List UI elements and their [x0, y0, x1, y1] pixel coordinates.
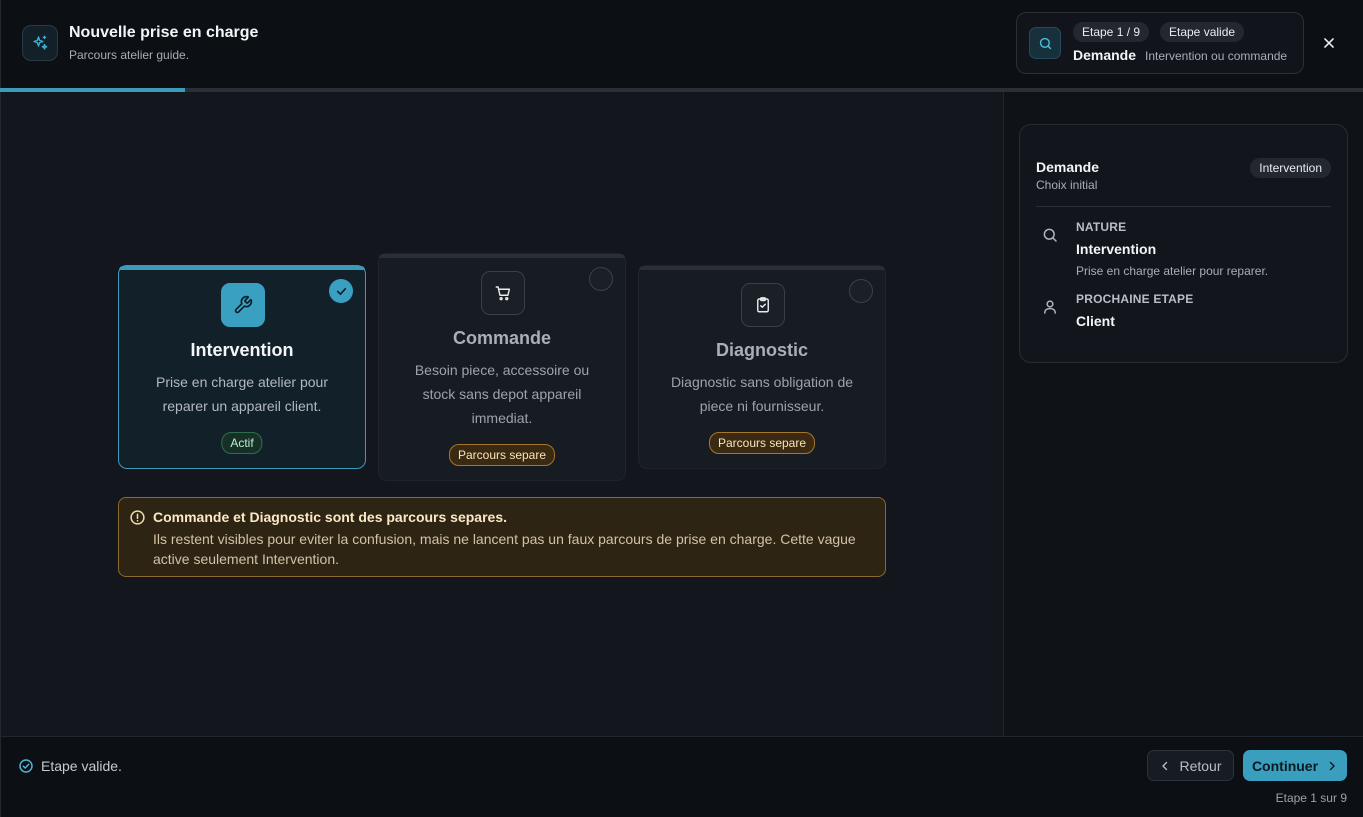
step-valid-badge: Etape valide	[1160, 22, 1245, 42]
card-description: Besoin piece, accessoire ou stock sans d…	[414, 362, 590, 426]
warning-circle-icon	[130, 510, 145, 525]
back-button[interactable]: Retour	[1147, 750, 1234, 781]
header: Nouvelle prise en charge Parcours atelie…	[0, 0, 1363, 88]
footer: Etape valide. Retour Continuer Etape 1 s…	[0, 736, 1363, 817]
next-step-value: Client	[1076, 313, 1115, 329]
chevron-left-icon	[1162, 761, 1168, 770]
cart-icon	[481, 271, 525, 315]
card-title: Commande	[452, 328, 551, 348]
close-button[interactable]	[1317, 31, 1341, 55]
divider	[1036, 206, 1331, 207]
nature-value: Intervention	[1076, 241, 1157, 257]
wrench-icon	[221, 283, 265, 327]
nature-label: NATURE	[1076, 220, 1127, 234]
card-title: Diagnostic	[715, 340, 808, 360]
step-count-badge: Etape 1 / 9	[1073, 22, 1150, 42]
close-icon	[1324, 38, 1334, 48]
continue-button[interactable]: Continuer	[1243, 750, 1347, 781]
page-title: Nouvelle prise en charge	[69, 24, 259, 41]
card-description: Diagnostic sans obligation de piece ni f…	[670, 374, 854, 414]
search-icon	[1043, 228, 1057, 242]
radio-button[interactable]	[849, 279, 873, 303]
nature-description: Prise en charge atelier pour reparer.	[1076, 264, 1269, 278]
user-icon	[1044, 300, 1056, 314]
summary-card: Demande Choix initial Intervention NATUR…	[1019, 124, 1348, 363]
step-name: Demande	[1073, 47, 1137, 63]
card-description: Prise en charge atelier pour reparer un …	[156, 374, 328, 414]
footer-status: Etape valide.	[41, 758, 122, 774]
summary-subtitle: Choix initial	[1036, 178, 1098, 192]
option-card-commande[interactable]: Commande Besoin piece, accessoire ou sto…	[378, 253, 626, 481]
option-card-intervention[interactable]: Intervention Prise en charge atelier pou…	[118, 265, 366, 469]
footer-step-count: Etape 1 sur 9	[1275, 791, 1347, 805]
sparkles-icon	[22, 25, 58, 61]
next-step-label: PROCHAINE ETAPE	[1076, 292, 1194, 306]
summary-title: Demande	[1036, 159, 1100, 175]
search-icon	[1029, 27, 1061, 59]
status-badge: Actif	[221, 432, 263, 454]
chevron-right-icon	[1329, 761, 1335, 770]
step-description: Intervention ou commande	[1145, 49, 1288, 63]
clipboard-check-icon	[741, 283, 785, 327]
back-button-label: Retour	[1179, 757, 1222, 774]
check-circle-icon	[19, 759, 33, 773]
status-badge: Parcours separe	[708, 432, 816, 454]
alert-text: Ils restent visibles pour eviter la conf…	[153, 531, 856, 567]
step-indicator: Etape 1 / 9 Etape valide Demande Interve…	[1016, 12, 1304, 74]
warning-alert: Commande et Diagnostic sont des parcours…	[118, 497, 886, 577]
alert-title: Commande et Diagnostic sont des parcours…	[153, 509, 507, 525]
summary-badge: Intervention	[1250, 158, 1331, 178]
selected-check-icon	[329, 279, 353, 303]
continue-button-label: Continuer	[1251, 757, 1319, 774]
page-subtitle: Parcours atelier guide.	[69, 48, 190, 62]
option-card-diagnostic[interactable]: Diagnostic Diagnostic sans obligation de…	[638, 265, 886, 469]
card-title: Intervention	[190, 340, 294, 360]
radio-button[interactable]	[589, 267, 613, 291]
status-badge: Parcours separe	[448, 444, 556, 466]
